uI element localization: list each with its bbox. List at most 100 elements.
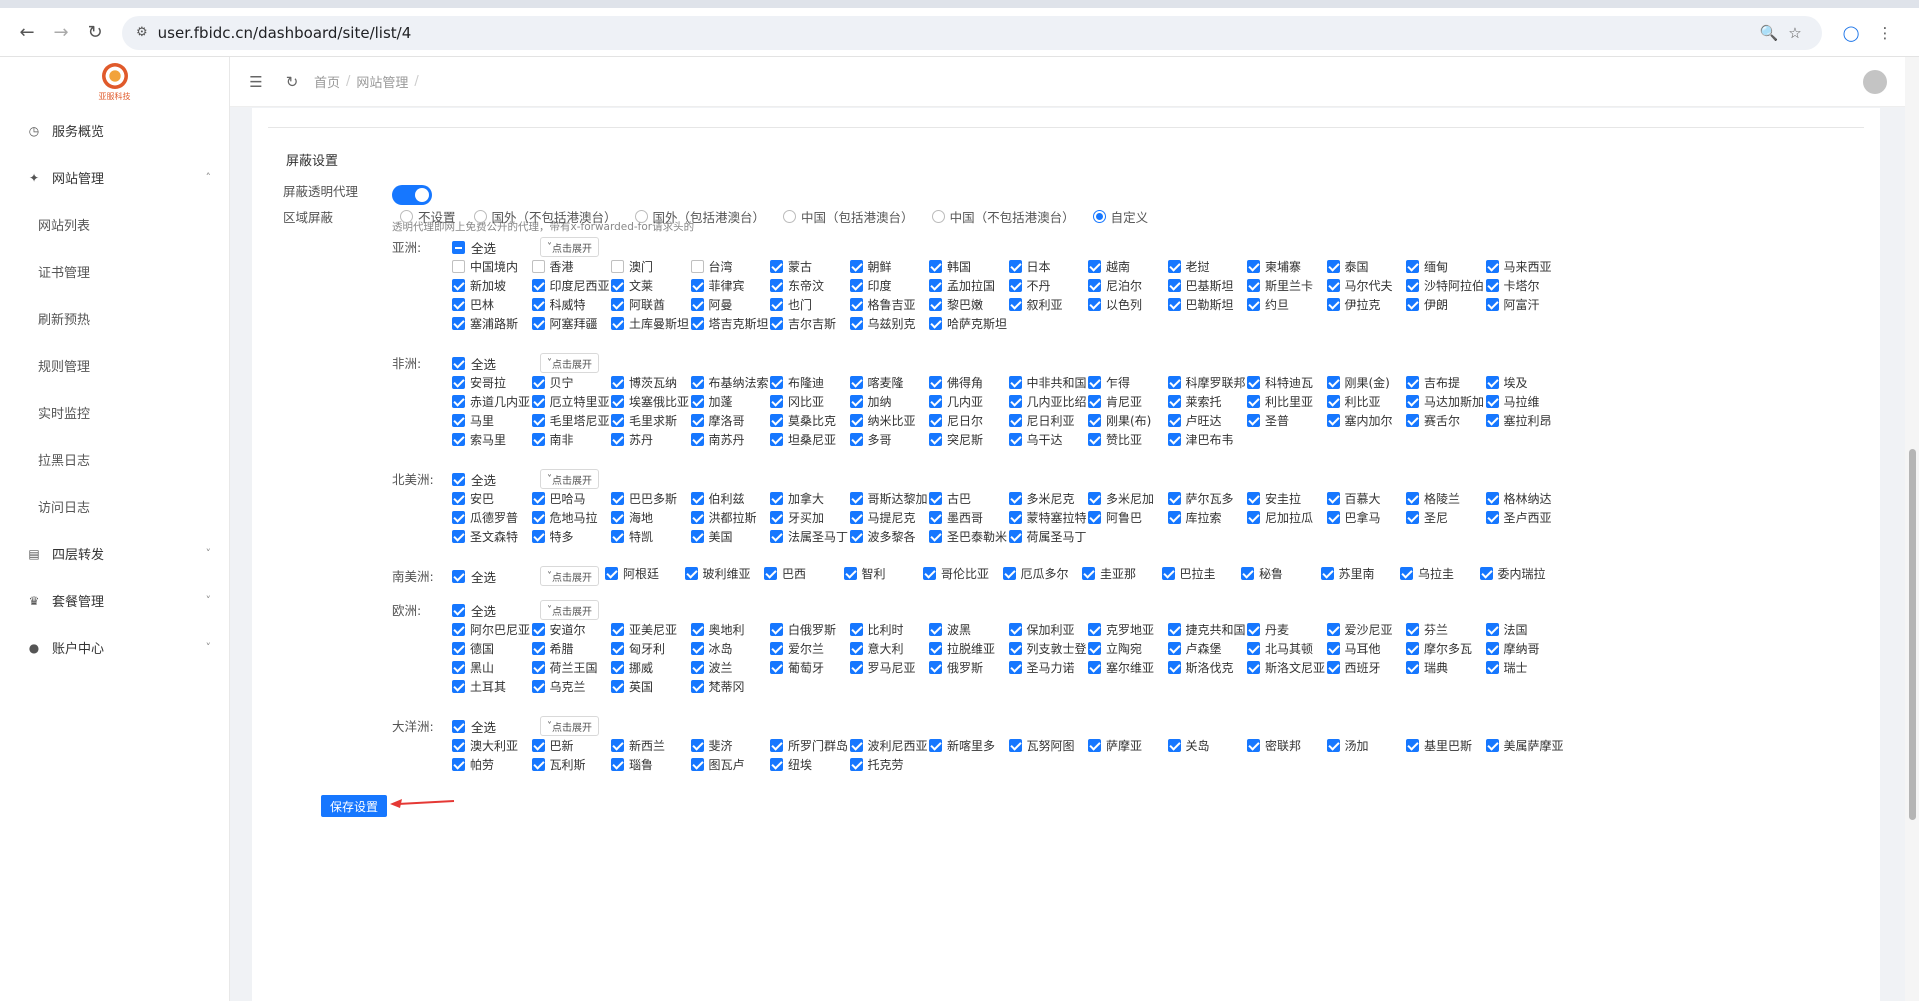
country-checkbox[interactable]: 巴拉圭 <box>1161 566 1242 581</box>
country-checkbox[interactable]: 伯利兹 <box>690 491 771 506</box>
country-checkbox[interactable]: 危地马拉 <box>531 510 612 525</box>
checkbox-box[interactable] <box>1247 298 1260 311</box>
checkbox-box[interactable] <box>452 623 465 636</box>
checkbox-box[interactable] <box>1088 414 1101 427</box>
sidebar-item[interactable]: ▤ 四层转发 ˅ <box>0 530 229 577</box>
country-checkbox[interactable]: 尼泊尔 <box>1088 278 1168 293</box>
country-checkbox[interactable]: 乌兹别克 <box>849 316 930 331</box>
country-checkbox[interactable]: 阿曼 <box>690 297 771 312</box>
checkbox-box[interactable] <box>770 642 783 655</box>
country-checkbox[interactable]: 特凯 <box>611 529 691 544</box>
country-checkbox[interactable]: 白俄罗斯 <box>770 622 850 637</box>
checkbox-box[interactable] <box>770 433 783 446</box>
checkbox-box[interactable] <box>1008 623 1022 636</box>
country-checkbox[interactable]: 圣普 <box>1247 413 1327 428</box>
country-checkbox[interactable]: 安道尔 <box>531 622 612 637</box>
country-checkbox[interactable]: 多米尼克 <box>1008 491 1089 506</box>
country-checkbox[interactable]: 瓦努阿图 <box>1008 738 1089 753</box>
sidebar-sub-item[interactable]: 证书管理 <box>0 248 229 295</box>
checkbox-box[interactable] <box>690 414 704 427</box>
country-checkbox[interactable]: 拉脱维亚 <box>929 641 1009 656</box>
checkbox-box[interactable] <box>770 758 783 771</box>
breadcrumb-home[interactable]: 首页 <box>314 72 340 91</box>
checkbox-box[interactable] <box>1406 414 1419 427</box>
checkbox-box[interactable] <box>1241 567 1254 580</box>
logo[interactable]: 亚服科技 <box>0 57 229 107</box>
checkbox-box[interactable] <box>849 492 863 505</box>
checkbox-box[interactable] <box>611 395 624 408</box>
checkbox-box[interactable] <box>1400 567 1413 580</box>
country-checkbox[interactable]: 津巴布韦 <box>1167 432 1248 447</box>
country-checkbox[interactable]: 越南 <box>1088 259 1168 274</box>
page-scrollbar[interactable] <box>1905 57 1919 1001</box>
checkbox-box[interactable] <box>1485 642 1499 655</box>
checkbox-box[interactable] <box>452 530 465 543</box>
checkbox-box[interactable] <box>690 623 704 636</box>
checkbox-box[interactable] <box>1008 642 1022 655</box>
country-checkbox[interactable]: 吉尔吉斯 <box>770 316 850 331</box>
country-checkbox[interactable]: 阿尔巴尼亚 <box>452 622 532 637</box>
checkbox-box[interactable] <box>531 414 545 427</box>
checkbox-box[interactable] <box>1167 492 1181 505</box>
checkbox-box[interactable] <box>1002 567 1016 580</box>
country-checkbox[interactable]: 赤道几内亚 <box>452 394 532 409</box>
checkbox-box[interactable] <box>1167 661 1181 674</box>
checkbox-box[interactable] <box>849 642 863 655</box>
checkbox-box[interactable] <box>1008 298 1022 311</box>
country-checkbox[interactable]: 智利 <box>843 566 924 581</box>
country-checkbox[interactable]: 圣尼 <box>1406 510 1486 525</box>
checkbox-box[interactable] <box>770 395 783 408</box>
select-all[interactable]: 全选 ˅ 点击展开 <box>452 469 600 489</box>
checkbox-box[interactable] <box>849 739 863 752</box>
checkbox-box[interactable] <box>923 567 936 580</box>
checkbox-box[interactable] <box>1008 395 1022 408</box>
country-checkbox[interactable]: 马耳他 <box>1326 641 1407 656</box>
region-radio-option[interactable]: 国外（包括港澳台） <box>634 207 765 226</box>
country-checkbox[interactable]: 美国 <box>690 529 771 544</box>
country-checkbox[interactable]: 台湾 <box>690 259 771 274</box>
checkbox-box[interactable] <box>1406 279 1419 292</box>
checkbox-box[interactable] <box>611 642 624 655</box>
address-bar[interactable]: ⚙ user.fbidc.cn/dashboard/site/list/4 🔍 … <box>122 15 1822 50</box>
country-checkbox[interactable]: 瑙鲁 <box>611 757 691 772</box>
country-checkbox[interactable]: 孟加拉国 <box>929 278 1009 293</box>
checkbox-box[interactable] <box>770 739 783 752</box>
checkbox-box[interactable] <box>1247 492 1260 505</box>
select-all-checkbox[interactable] <box>452 719 465 733</box>
checkbox-box[interactable] <box>611 414 624 427</box>
checkbox-box[interactable] <box>1008 376 1022 389</box>
country-checkbox[interactable]: 阿富汗 <box>1485 297 1566 312</box>
checkbox-box[interactable] <box>531 298 545 311</box>
country-checkbox[interactable]: 沙特阿拉伯 <box>1406 278 1486 293</box>
country-checkbox[interactable]: 韩国 <box>929 259 1009 274</box>
country-checkbox[interactable]: 巴拿马 <box>1326 510 1407 525</box>
checkbox-box[interactable] <box>452 511 465 524</box>
checkbox-box[interactable] <box>1088 395 1101 408</box>
country-checkbox[interactable]: 几内亚比绍 <box>1008 394 1089 409</box>
country-checkbox[interactable]: 斯洛文尼亚 <box>1247 660 1327 675</box>
checkbox-box[interactable] <box>1088 279 1101 292</box>
checkbox-box[interactable] <box>770 414 783 427</box>
checkbox-box[interactable] <box>452 492 465 505</box>
checkbox-box[interactable] <box>929 511 942 524</box>
checkbox-box[interactable] <box>452 414 465 427</box>
country-checkbox[interactable]: 瓜德罗普 <box>452 510 532 525</box>
country-checkbox[interactable]: 海地 <box>611 510 691 525</box>
country-checkbox[interactable]: 文莱 <box>611 278 691 293</box>
country-checkbox[interactable]: 卢森堡 <box>1167 641 1248 656</box>
country-checkbox[interactable]: 斯洛伐克 <box>1167 660 1248 675</box>
country-checkbox[interactable]: 圣文森特 <box>452 529 532 544</box>
checkbox-box[interactable] <box>1008 260 1022 273</box>
checkbox-box[interactable] <box>1167 376 1181 389</box>
checkbox-box[interactable] <box>1088 739 1101 752</box>
checkbox-box[interactable] <box>1485 279 1499 292</box>
checkbox-box[interactable] <box>1326 661 1340 674</box>
country-checkbox[interactable]: 摩纳哥 <box>1485 641 1566 656</box>
checkbox-box[interactable] <box>849 376 863 389</box>
country-checkbox[interactable]: 蒙特塞拉特 <box>1008 510 1089 525</box>
country-checkbox[interactable]: 尼日尔 <box>929 413 1009 428</box>
checkbox-box[interactable] <box>1485 511 1499 524</box>
checkbox-box[interactable] <box>929 661 942 674</box>
checkbox-box[interactable] <box>1247 414 1260 427</box>
country-checkbox[interactable]: 波多黎各 <box>849 529 930 544</box>
